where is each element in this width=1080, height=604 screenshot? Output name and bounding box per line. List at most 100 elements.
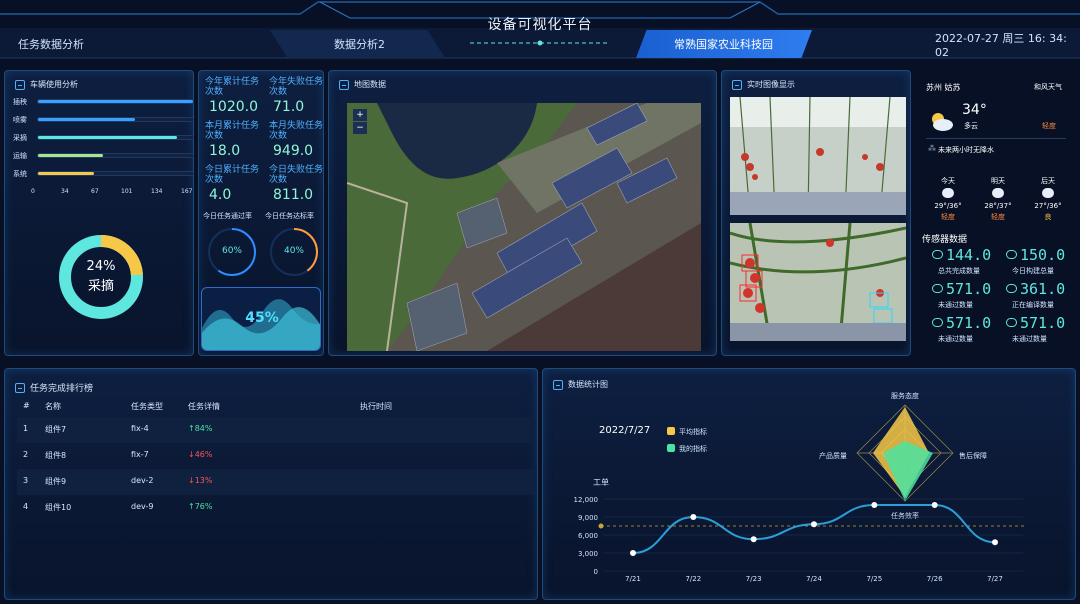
row-detail: ↑76% — [188, 502, 213, 511]
donut-percent: 24% — [86, 259, 116, 274]
title-decoration — [470, 40, 610, 46]
cloud-icon — [1006, 318, 1017, 327]
sensor-label: 未通过数量 — [938, 301, 973, 309]
cloud-icon — [932, 284, 943, 293]
vehicle-axis-tick: 134 — [151, 188, 163, 195]
series-point[interactable] — [750, 536, 757, 543]
ranking-title: 任务完成排行榜 — [15, 381, 93, 394]
pass-rate-value: 60% — [221, 246, 242, 256]
reach-rate-value: 40% — [283, 246, 304, 256]
x-tick-label: 7/27 — [987, 575, 1003, 583]
table-row[interactable]: 4 组件10 dev-9 ↑76% — [17, 495, 535, 521]
vehicle-bar — [38, 172, 94, 175]
row-type: fix-7 — [131, 450, 149, 459]
camera-image-1[interactable] — [730, 97, 906, 215]
forecast-day: 明天 — [991, 177, 1005, 185]
task-stat-value: 18.0 — [209, 143, 241, 159]
tab-park[interactable]: 常熟国家农业科技园 — [674, 30, 773, 58]
row-index: 1 — [23, 424, 29, 433]
row-name: 组件8 — [45, 451, 67, 460]
x-tick-label: 7/21 — [625, 575, 641, 583]
donut-label: 采摘 — [87, 279, 114, 294]
series-point[interactable] — [630, 550, 636, 556]
task-stat-label: 今日累计任务次数 — [205, 165, 260, 185]
table-row[interactable]: 1 组件7 fix-4 ↑84% — [17, 417, 535, 443]
tab-data-analysis[interactable]: 数据分析2 — [334, 30, 385, 58]
col-index: # — [23, 401, 30, 410]
line-chart: 12,000 9,000 6,000 3,000 0 7/21 7/22 7/23 7/24 7/… — [574, 496, 1027, 583]
table-row[interactable]: 2 组件8 fix-7 ↓46% — [17, 443, 535, 469]
forecast-range: 27°/36° — [1034, 202, 1062, 210]
cloud-icon — [932, 318, 943, 327]
zoom-in-button[interactable]: + — [353, 109, 367, 121]
greenhouse-photo-2 — [730, 223, 906, 341]
line-chart-icon — [15, 382, 25, 393]
col-time: 执行时间 — [360, 402, 392, 411]
table-row[interactable]: 3 组件9 dev-2 ↓13% — [17, 469, 535, 495]
row-detail: ↑84% — [188, 424, 213, 433]
ranking-panel: 任务完成排行榜 # 名称 任务类型 任务详情 执行时间 1 组件7 fix-4 ↑84… — [4, 368, 538, 600]
image-icon — [732, 79, 742, 90]
y-tick-label: 3,000 — [578, 550, 598, 558]
forecast-range: 28°/37° — [984, 202, 1012, 210]
zoom-out-button[interactable]: − — [353, 122, 367, 134]
vehicle-bar-track — [37, 99, 194, 104]
col-name: 名称 — [45, 402, 61, 411]
weather-temp: 34° — [962, 102, 987, 118]
task-stat-value: 1020.0 — [209, 99, 258, 115]
series-point[interactable] — [931, 502, 938, 508]
vehicle-bar — [38, 154, 103, 157]
reach-rate-label: 今日任务达标率 — [265, 212, 314, 220]
heart-icon — [1006, 250, 1017, 259]
cloud-icon — [1006, 284, 1017, 293]
rain-icon: ⁂ — [928, 144, 936, 153]
forecast-aqi: 良 — [1044, 213, 1052, 221]
y-tick-label: 0 — [594, 568, 598, 576]
y-tick-label: 6,000 — [578, 532, 598, 540]
realtime-image-panel: 实时图像显示 — [721, 70, 911, 356]
x-tick-label: 7/23 — [746, 575, 762, 583]
sensor-label: 正在编译数量 — [1012, 301, 1054, 309]
ranking-title-text: 任务完成排行榜 — [30, 384, 94, 394]
sensor-value: 150.0 — [1020, 246, 1066, 264]
sensor-value: 361.0 — [1020, 280, 1066, 298]
sensor-title: 传感器数据 — [922, 235, 968, 245]
forecast-icon — [1042, 188, 1054, 198]
row-index: 3 — [23, 476, 29, 485]
wave-box: 45% — [201, 287, 321, 351]
vehicle-bar-track — [37, 117, 194, 122]
map-imagery — [347, 103, 701, 351]
sensor-value: 571.0 — [946, 280, 992, 298]
row-type: dev-2 — [131, 476, 154, 485]
series-point[interactable] — [992, 539, 998, 546]
task-stat-label: 今年累计任务次数 — [205, 77, 260, 97]
sensor-value: 571.0 — [1020, 314, 1066, 332]
y-tick-label: 12,000 — [574, 496, 599, 504]
page-title: 设备可视化平台 — [487, 17, 593, 33]
stats-chart-panel: 数据统计图 2022/7/27 平均指标 我的指标 服务态度 售后保障 任务效率… — [542, 368, 1076, 600]
vehicle-bar-label: 喷雾 — [13, 116, 27, 124]
satellite-map[interactable]: + − — [347, 103, 701, 351]
series-point[interactable] — [690, 514, 697, 520]
vehicle-panel-title-text: 车辆使用分析 — [30, 80, 78, 89]
row-name: 组件10 — [45, 503, 72, 512]
wave-percent: 45% — [245, 310, 279, 326]
col-type: 任务类型 — [131, 402, 163, 411]
forecast-icon — [942, 188, 954, 198]
task-stat-label: 本月失败任务次数 — [269, 121, 324, 141]
weather-aqi: 轻度 — [1042, 122, 1056, 130]
x-tick-label: 7/22 — [685, 575, 701, 583]
vehicle-bar — [38, 118, 136, 121]
image-panel-title: 实时图像显示 — [732, 79, 795, 90]
partly-cloudy-icon — [932, 113, 953, 131]
series-line — [632, 504, 996, 554]
forecast-aqi: 轻度 — [941, 213, 955, 221]
series-point[interactable] — [811, 521, 817, 528]
forecast-day: 后天 — [1041, 177, 1055, 185]
row-index: 4 — [23, 502, 29, 511]
task-stat-value: 949.0 — [273, 143, 314, 159]
x-tick-label: 7/25 — [866, 575, 882, 583]
camera-image-2[interactable] — [730, 223, 906, 341]
series-point[interactable] — [871, 502, 878, 508]
tab-task-analysis[interactable]: 任务数据分析 — [18, 30, 84, 58]
